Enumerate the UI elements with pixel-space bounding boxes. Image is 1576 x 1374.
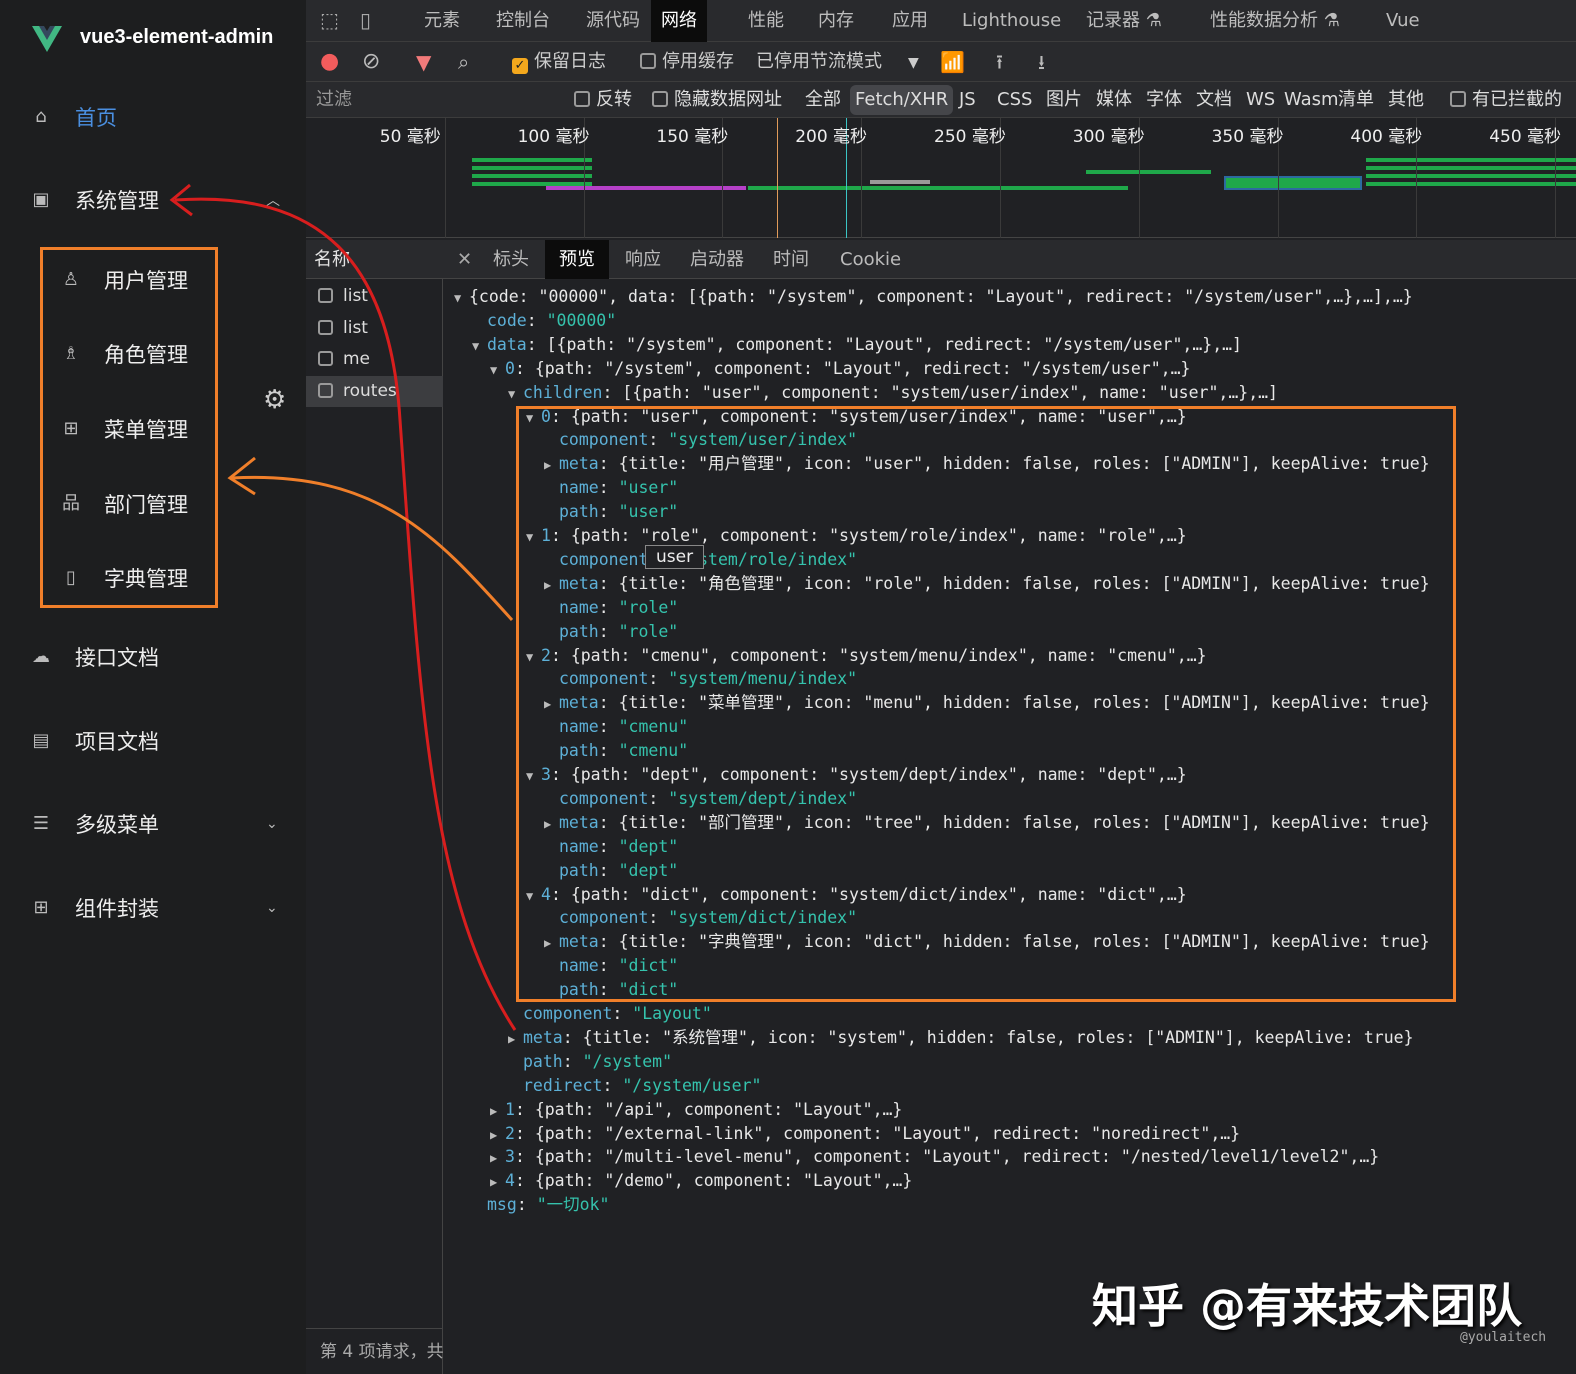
red-arrow <box>174 197 517 1031</box>
watermark-handle: @youlaitech <box>1460 1330 1547 1345</box>
annotation-arrows <box>169 183 517 1031</box>
watermark: 知乎 @有来技术团队 <box>1092 1279 1523 1333</box>
orange-arrow <box>231 475 514 622</box>
